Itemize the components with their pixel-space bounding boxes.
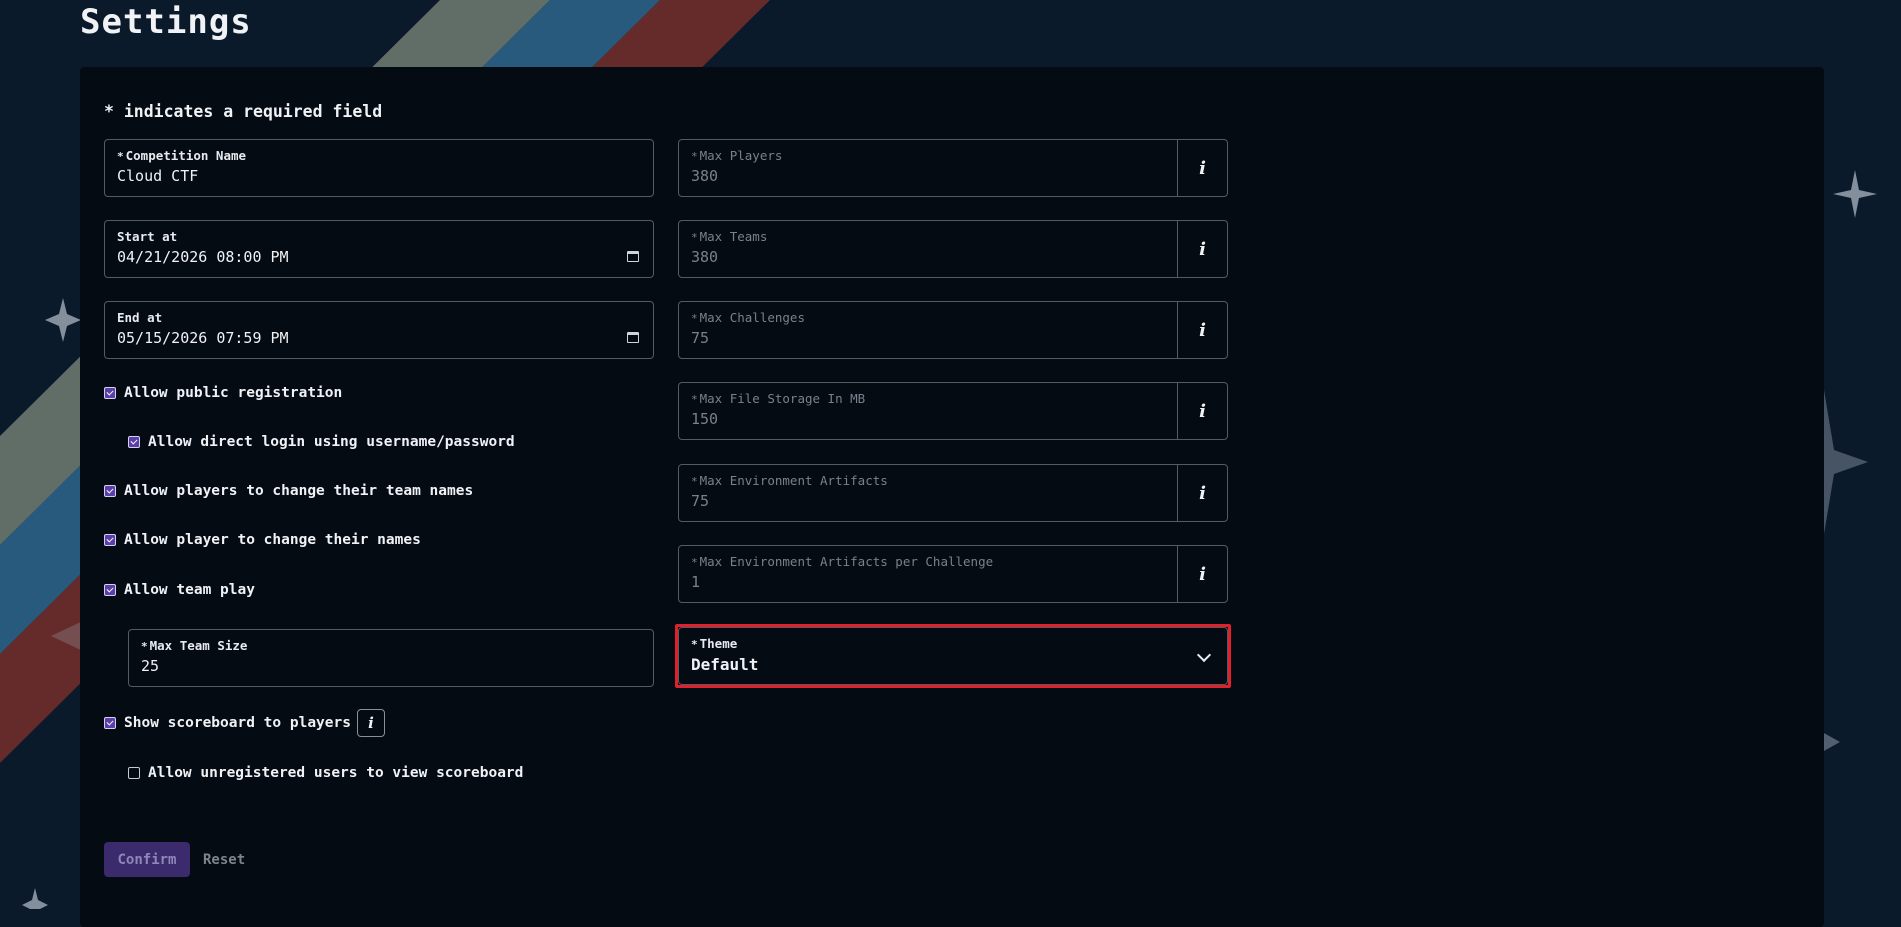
max-players-label: * Max Players — [691, 148, 783, 163]
competition-name-field[interactable]: * Competition Name Cloud CTF — [104, 139, 654, 197]
public-registration-label: Allow public registration — [124, 385, 343, 401]
competition-name-label: * Competition Name — [117, 148, 247, 163]
info-icon[interactable]: i — [1177, 465, 1227, 521]
change-names-checkbox[interactable]: Allow player to change their names — [104, 532, 421, 548]
required-marker: * — [691, 556, 698, 569]
direct-login-label: Allow direct login using username/passwo… — [148, 434, 515, 450]
chevron-down-icon[interactable] — [1196, 647, 1212, 663]
max-environment-artifacts-value: 75 — [691, 492, 710, 510]
info-icon[interactable]: i — [1177, 221, 1227, 277]
checkbox-checked-icon[interactable] — [104, 534, 116, 546]
calendar-icon[interactable] — [627, 251, 639, 262]
theme-value: Default — [691, 655, 759, 674]
change-names-label: Allow player to change their names — [124, 532, 421, 548]
max-artifacts-per-challenge-field[interactable]: * Max Environment Artifacts per Challenge… — [678, 545, 1228, 603]
required-field-note: * indicates a required field — [104, 102, 383, 121]
page-title: Settings — [80, 2, 252, 42]
max-challenges-value: 75 — [691, 329, 710, 347]
info-icon[interactable]: i — [1177, 546, 1227, 602]
end-at-label: End at — [117, 310, 163, 325]
info-icon[interactable]: i — [1177, 383, 1227, 439]
theme-select[interactable]: * Theme Default — [678, 627, 1228, 685]
change-team-names-label: Allow players to change their team names — [124, 483, 474, 499]
team-play-label: Allow team play — [124, 582, 255, 598]
required-marker: * — [691, 393, 698, 406]
checkbox-unchecked-icon[interactable] — [128, 767, 140, 779]
change-team-names-checkbox[interactable]: Allow players to change their team names — [104, 483, 473, 499]
checkbox-checked-icon[interactable] — [104, 485, 116, 497]
unregistered-scoreboard-checkbox[interactable]: Allow unregistered users to view scorebo… — [128, 765, 523, 781]
end-at-field[interactable]: End at 05/15/2026 07:59 PM — [104, 301, 654, 359]
end-at-value: 05/15/2026 07:59 PM — [117, 329, 289, 347]
checkbox-checked-icon[interactable] — [128, 436, 140, 448]
reset-button[interactable]: Reset — [199, 842, 249, 877]
max-file-storage-field[interactable]: * Max File Storage In MB 150 i — [678, 382, 1228, 440]
start-at-field[interactable]: Start at 04/21/2026 08:00 PM — [104, 220, 654, 278]
settings-form: * indicates a required field * Competitio… — [80, 67, 1824, 927]
start-at-label: Start at — [117, 229, 178, 244]
checkbox-checked-icon[interactable] — [104, 387, 116, 399]
required-marker: * — [141, 640, 148, 653]
max-environment-artifacts-field[interactable]: * Max Environment Artifacts 75 i — [678, 464, 1228, 522]
checkbox-checked-icon[interactable] — [104, 584, 116, 596]
public-registration-checkbox[interactable]: Allow public registration — [104, 385, 342, 401]
start-at-value: 04/21/2026 08:00 PM — [117, 248, 289, 266]
unregistered-scoreboard-label: Allow unregistered users to view scorebo… — [148, 765, 524, 781]
required-marker: * — [691, 312, 698, 325]
max-artifacts-per-challenge-value: 1 — [691, 573, 701, 591]
required-marker: * — [691, 231, 698, 244]
max-players-value: 380 — [691, 167, 719, 185]
max-file-storage-value: 150 — [691, 410, 719, 428]
required-marker: * — [691, 150, 698, 163]
info-icon[interactable]: i — [356, 709, 385, 737]
max-teams-label: * Max Teams — [691, 229, 768, 244]
max-artifacts-per-challenge-label: * Max Environment Artifacts per Challenge — [691, 554, 994, 569]
max-file-storage-label: * Max File Storage In MB — [691, 391, 866, 406]
info-icon[interactable]: i — [1177, 140, 1227, 196]
calendar-icon[interactable] — [627, 332, 639, 343]
max-teams-value: 380 — [691, 248, 719, 266]
team-play-checkbox[interactable]: Allow team play — [104, 582, 255, 598]
required-marker: * — [117, 150, 124, 163]
max-challenges-label: * Max Challenges — [691, 310, 805, 325]
max-team-size-label: * Max Team Size — [141, 638, 248, 653]
show-scoreboard-checkbox[interactable]: Show scoreboard to players i — [104, 709, 385, 737]
show-scoreboard-label: Show scoreboard to players — [124, 715, 351, 731]
max-challenges-field[interactable]: * Max Challenges 75 i — [678, 301, 1228, 359]
confirm-button[interactable]: Confirm — [104, 842, 190, 877]
required-marker: * — [691, 475, 698, 488]
max-team-size-field[interactable]: * Max Team Size 25 — [128, 629, 654, 687]
direct-login-checkbox[interactable]: Allow direct login using username/passwo… — [128, 434, 515, 450]
info-icon[interactable]: i — [1177, 302, 1227, 358]
competition-name-value: Cloud CTF — [117, 167, 199, 185]
required-marker: * — [691, 638, 698, 651]
max-players-field[interactable]: * Max Players 380 i — [678, 139, 1228, 197]
theme-label: * Theme — [691, 636, 738, 651]
checkbox-checked-icon[interactable] — [104, 717, 116, 729]
max-environment-artifacts-label: * Max Environment Artifacts — [691, 473, 888, 488]
max-team-size-value: 25 — [141, 657, 160, 675]
max-teams-field[interactable]: * Max Teams 380 i — [678, 220, 1228, 278]
